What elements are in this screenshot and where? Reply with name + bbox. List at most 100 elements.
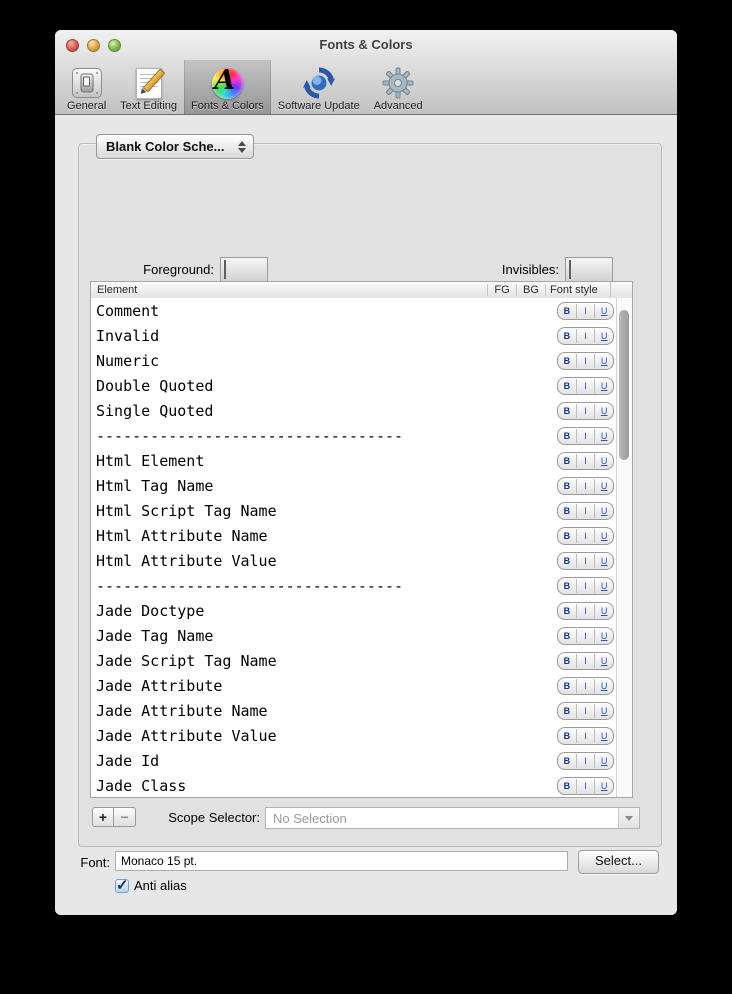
table-row[interactable]: Jade Tag Name B I U <box>91 623 617 648</box>
italic-button[interactable]: I <box>575 554 596 568</box>
bold-button[interactable]: B <box>558 554 576 568</box>
underline-button[interactable]: U <box>595 429 613 443</box>
column-header-element[interactable]: Element <box>91 284 487 296</box>
italic-button[interactable]: I <box>575 304 596 318</box>
bold-button[interactable]: B <box>558 329 576 343</box>
column-header-bg[interactable]: BG <box>516 284 545 296</box>
underline-button[interactable]: U <box>595 379 613 393</box>
table-row[interactable]: Single Quoted B I U <box>91 398 617 423</box>
tab-advanced[interactable]: Advanced <box>367 60 430 114</box>
table-row[interactable]: Numeric B I U <box>91 348 617 373</box>
italic-button[interactable]: I <box>575 704 596 718</box>
italic-button[interactable]: I <box>575 579 596 593</box>
table-row[interactable]: Comment B I U <box>91 298 617 323</box>
foreground-color-well[interactable] <box>220 256 268 282</box>
italic-button[interactable]: I <box>575 604 596 618</box>
table-row[interactable]: Invalid B I U <box>91 323 617 348</box>
bold-button[interactable]: B <box>558 579 576 593</box>
table-row[interactable]: Jade Attribute Value B I U <box>91 723 617 748</box>
tab-fonts-colors[interactable]: A Fonts & Colors <box>184 60 271 114</box>
italic-button[interactable]: I <box>575 354 596 368</box>
table-row[interactable]: Html Attribute Name B I U <box>91 523 617 548</box>
scope-selector-combobox[interactable]: No Selection <box>265 807 640 829</box>
bold-button[interactable]: B <box>558 304 576 318</box>
table-row[interactable]: Jade Attribute Name B I U <box>91 698 617 723</box>
italic-button[interactable]: I <box>575 329 596 343</box>
bold-button[interactable]: B <box>558 679 576 693</box>
table-row[interactable]: Jade Attribute B I U <box>91 673 617 698</box>
italic-button[interactable]: I <box>575 629 596 643</box>
bold-button[interactable]: B <box>558 479 576 493</box>
table-row[interactable]: Jade Id B I U <box>91 748 617 773</box>
table-row[interactable]: Html Element B I U <box>91 448 617 473</box>
italic-button[interactable]: I <box>575 529 596 543</box>
add-element-button[interactable]: + <box>92 807 114 827</box>
italic-button[interactable]: I <box>575 729 596 743</box>
underline-button[interactable]: U <box>595 504 613 518</box>
bold-button[interactable]: B <box>558 454 576 468</box>
bold-button[interactable]: B <box>558 379 576 393</box>
column-header-fg[interactable]: FG <box>487 284 516 296</box>
underline-button[interactable]: U <box>595 404 613 418</box>
italic-button[interactable]: I <box>575 479 596 493</box>
bold-button[interactable]: B <box>558 404 576 418</box>
italic-button[interactable]: I <box>575 379 596 393</box>
table-row[interactable]: Jade Doctype B I U <box>91 598 617 623</box>
bold-button[interactable]: B <box>558 729 576 743</box>
table-scrollbar[interactable] <box>616 298 632 797</box>
underline-button[interactable]: U <box>595 354 613 368</box>
anti-alias-checkbox[interactable] <box>115 876 129 894</box>
italic-button[interactable]: I <box>575 429 596 443</box>
table-row[interactable]: Html Script Tag Name B I U <box>91 498 617 523</box>
combo-dropdown-button[interactable] <box>618 808 639 828</box>
tab-software-update[interactable]: Software Update <box>271 60 367 114</box>
color-scheme-popup[interactable]: Blank Color Sche... <box>96 134 254 159</box>
column-header-font-style[interactable]: Font style <box>545 284 610 296</box>
invisibles-color-well[interactable] <box>565 256 613 282</box>
scrollbar-thumb[interactable] <box>619 310 629 460</box>
underline-button[interactable]: U <box>595 554 613 568</box>
italic-button[interactable]: I <box>575 779 596 793</box>
underline-button[interactable]: U <box>595 329 613 343</box>
underline-button[interactable]: U <box>595 479 613 493</box>
bold-button[interactable]: B <box>558 604 576 618</box>
italic-button[interactable]: I <box>575 754 596 768</box>
bold-button[interactable]: B <box>558 779 576 793</box>
bold-button[interactable]: B <box>558 754 576 768</box>
table-row[interactable]: ---------------------------------- B I U <box>91 573 617 598</box>
bold-button[interactable]: B <box>558 654 576 668</box>
underline-button[interactable]: U <box>595 604 613 618</box>
bold-button[interactable]: B <box>558 704 576 718</box>
underline-button[interactable]: U <box>595 729 613 743</box>
underline-button[interactable]: U <box>595 754 613 768</box>
table-row[interactable]: Jade Script Tag Name B I U <box>91 648 617 673</box>
bold-button[interactable]: B <box>558 504 576 518</box>
underline-button[interactable]: U <box>595 779 613 793</box>
underline-button[interactable]: U <box>595 704 613 718</box>
underline-button[interactable]: U <box>595 629 613 643</box>
underline-button[interactable]: U <box>595 454 613 468</box>
underline-button[interactable]: U <box>595 529 613 543</box>
underline-button[interactable]: U <box>595 304 613 318</box>
table-row[interactable]: Double Quoted B I U <box>91 373 617 398</box>
table-row[interactable]: Html Attribute Value B I U <box>91 548 617 573</box>
italic-button[interactable]: I <box>575 404 596 418</box>
underline-button[interactable]: U <box>595 579 613 593</box>
italic-button[interactable]: I <box>575 504 596 518</box>
underline-button[interactable]: U <box>595 679 613 693</box>
remove-element-button[interactable]: − <box>114 807 136 827</box>
title-bar[interactable]: Fonts & Colors <box>55 30 677 60</box>
bold-button[interactable]: B <box>558 529 576 543</box>
underline-button[interactable]: U <box>595 654 613 668</box>
bold-button[interactable]: B <box>558 429 576 443</box>
font-field[interactable] <box>115 851 568 871</box>
tab-text-editing[interactable]: Text Editing <box>113 60 184 114</box>
table-row[interactable]: Html Tag Name B I U <box>91 473 617 498</box>
italic-button[interactable]: I <box>575 454 596 468</box>
table-row[interactable]: Jade Class B I U <box>91 773 617 797</box>
table-row[interactable]: ---------------------------------- B I U <box>91 423 617 448</box>
bold-button[interactable]: B <box>558 354 576 368</box>
tab-general[interactable]: General <box>60 60 113 114</box>
italic-button[interactable]: I <box>575 654 596 668</box>
font-select-button[interactable]: Select... <box>578 850 659 874</box>
